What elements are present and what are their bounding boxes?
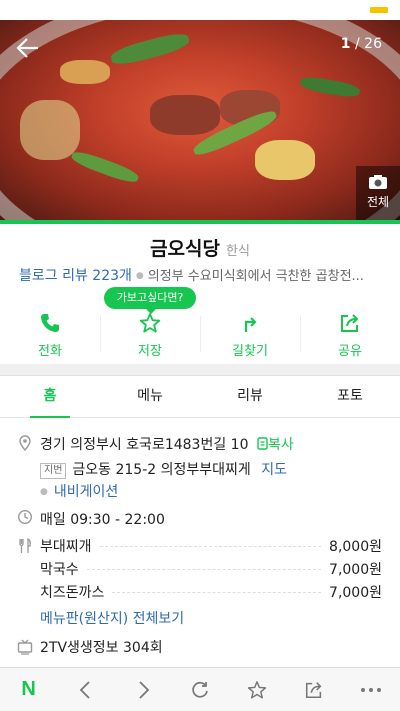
section-gap [0, 364, 400, 376]
place-category: 한식 [226, 244, 250, 259]
share-icon [341, 314, 359, 332]
place-title: 금오식당 한식 [0, 234, 400, 261]
tv-appearance: 2TV생생정보 304회 [40, 640, 163, 656]
directions-button[interactable]: 길찾기 [200, 308, 300, 364]
refresh-button[interactable] [171, 668, 228, 711]
tab-photos[interactable]: 포토 [300, 376, 400, 417]
map-link[interactable]: 지도 [261, 462, 287, 478]
menu-item: 막국수 7,000원 [40, 562, 382, 578]
divider [0, 220, 400, 224]
full-menu-link[interactable]: 메뉴판(원산지) 전체보기 [40, 608, 184, 628]
utensils-icon [19, 538, 31, 553]
bookmark-button[interactable] [229, 668, 286, 711]
clock-icon [17, 509, 33, 525]
action-label: 길찾기 [232, 344, 268, 359]
view-all-photos-button[interactable]: 전체 [356, 166, 400, 220]
save-tooltip: 가보고싶다면? [104, 287, 196, 314]
action-label: 전화 [38, 344, 62, 359]
call-button[interactable]: 전화 [0, 308, 100, 364]
review-summary: 블로그 리뷰 223개 ● 의정부 수요미식회에서 극찬한 곱창전... [19, 268, 364, 284]
share-button[interactable]: 공유 [300, 308, 400, 364]
business-hours: 매일 09:30 - 22:00 [40, 512, 165, 528]
refresh-icon [192, 681, 208, 698]
menu-item: 치즈돈까스 7,000원 [40, 585, 382, 601]
more-button[interactable] [343, 668, 400, 711]
blog-review-link[interactable]: 블로그 리뷰 223개 [19, 268, 132, 284]
status-bar [0, 0, 400, 20]
jibun-tag: 지번 [40, 463, 67, 479]
back-arrow-icon[interactable] [14, 34, 42, 62]
action-label: 저장 [138, 344, 162, 359]
camera-icon [369, 175, 387, 189]
star-icon [247, 680, 267, 699]
directions-icon [244, 317, 257, 332]
chevron-right-icon [139, 680, 150, 699]
back-button[interactable] [57, 668, 114, 711]
tv-icon [17, 639, 33, 655]
naver-logo: N [21, 678, 36, 700]
menu-item: 부대찌개 8,000원 [40, 539, 382, 555]
tab-bar: 홈 메뉴 리뷰 포토 [0, 376, 400, 418]
share-page-button[interactable] [286, 668, 343, 711]
action-bar: 전화 저장 길찾기 공유 [0, 308, 400, 364]
more-icon [361, 687, 382, 692]
naver-home-button[interactable]: N [0, 668, 57, 711]
tab-reviews[interactable]: 리뷰 [200, 376, 300, 417]
view-all-label: 전체 [366, 195, 390, 209]
copy-address-button[interactable]: 복사 [257, 437, 294, 453]
photo-counter: 1 / 26 [340, 36, 382, 52]
phone-icon [41, 314, 59, 332]
action-label: 공유 [338, 344, 362, 359]
location-pin-icon [19, 435, 31, 451]
tab-home[interactable]: 홈 [0, 376, 100, 418]
battery-icon [370, 7, 388, 13]
forward-button[interactable] [114, 668, 171, 711]
browser-toolbar: N [0, 667, 400, 711]
place-name: 금오식당 [150, 238, 220, 260]
road-address: 경기 의정부시 호국로1483번길 10 [40, 437, 249, 453]
star-icon [139, 313, 161, 333]
place-description: 의정부 수요미식회에서 극찬한 곱창전... [147, 269, 364, 284]
chevron-left-icon [79, 680, 90, 699]
save-button[interactable]: 저장 [100, 308, 200, 364]
copy-icon [257, 437, 268, 450]
tab-menu[interactable]: 메뉴 [100, 376, 200, 417]
share-icon [306, 681, 322, 698]
photo-gallery[interactable]: 1 / 26 전체 [0, 20, 400, 220]
navigation-link[interactable]: 내비게이션 [54, 484, 118, 500]
jibun-address: 금오동 215-2 의정부부대찌게 [72, 462, 251, 478]
